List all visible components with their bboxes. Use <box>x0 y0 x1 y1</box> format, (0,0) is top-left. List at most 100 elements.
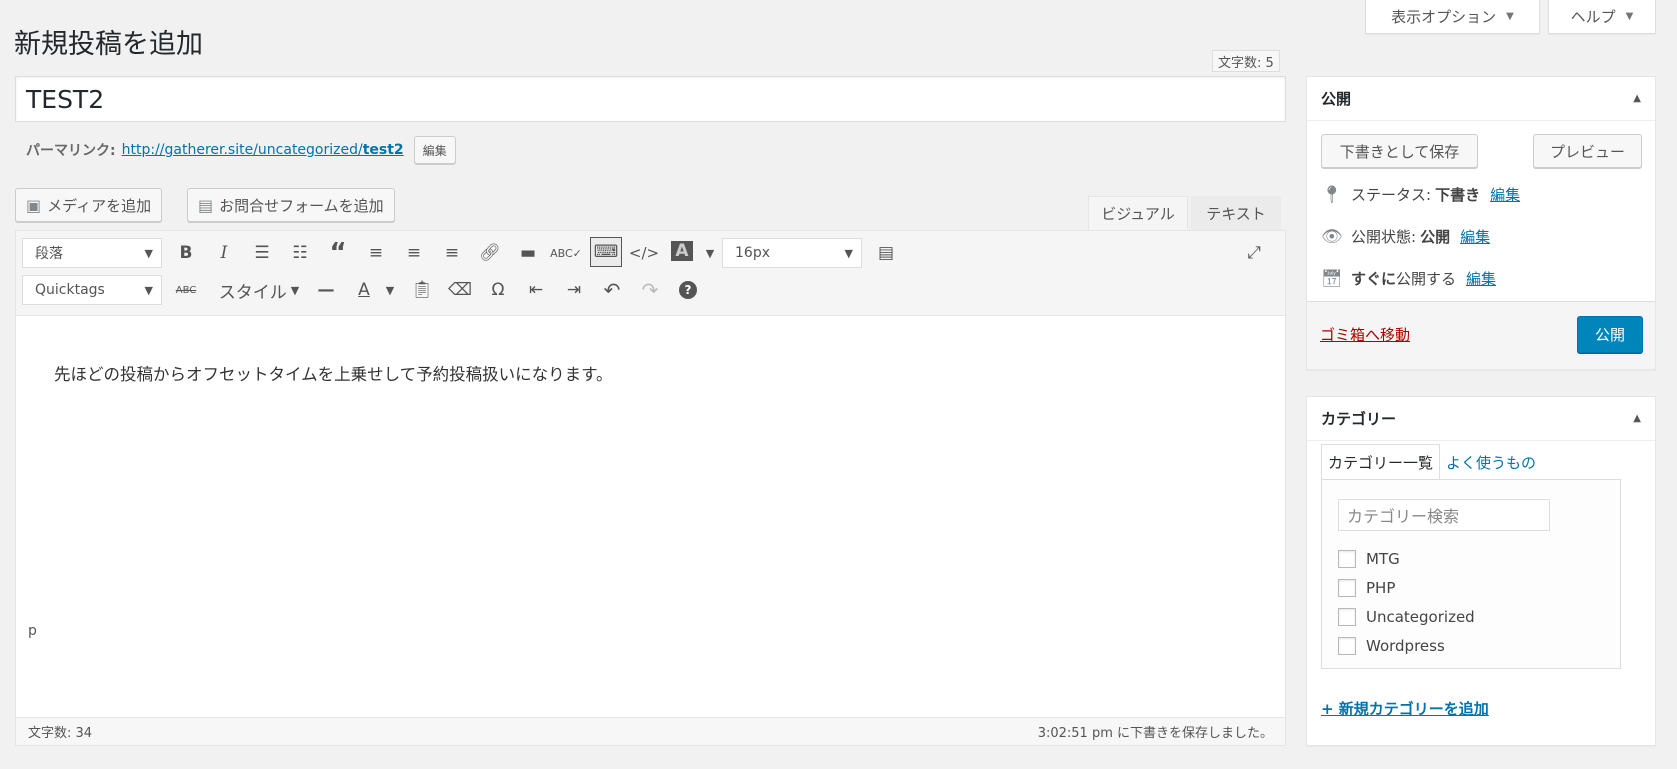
tab-text[interactable]: テキスト <box>1191 196 1281 230</box>
special-char-icon[interactable]: Ω <box>484 276 512 304</box>
collapse-icon: ▲ <box>1633 93 1641 104</box>
add-form-button[interactable]: ▤ お問合せフォームを追加 <box>187 188 395 222</box>
permalink-label: パーマリンク: <box>26 143 116 159</box>
checkbox[interactable] <box>1338 608 1356 626</box>
add-media-button[interactable]: ▣ メディアを追加 <box>15 188 163 222</box>
category-item[interactable]: PHP <box>1338 579 1395 597</box>
content-wordcount: 文字数: 34 <box>28 726 93 741</box>
chevron-down-icon[interactable]: ▼ <box>696 239 724 267</box>
text-color-icon[interactable]: A <box>350 276 378 304</box>
permalink-link[interactable]: http://gatherer.site/uncategorized/test2 <box>122 142 404 158</box>
category-label: Wordpress <box>1366 637 1445 655</box>
media-icon: ▣ <box>26 195 42 215</box>
publish-button[interactable]: 公開 <box>1577 316 1643 353</box>
calendar-icon: 📅︎ <box>1321 268 1343 289</box>
screen-options-button[interactable]: 表示オプション ▼ <box>1365 0 1540 34</box>
code-icon[interactable]: </> <box>629 239 659 267</box>
style-label: スタイル <box>218 282 287 303</box>
help-label: ヘルプ <box>1570 8 1616 26</box>
spellcheck-icon[interactable]: ABC✓ <box>550 239 582 267</box>
category-item[interactable]: Wordpress <box>1338 637 1445 655</box>
style-dropdown[interactable]: スタイル ▼ <box>214 276 304 304</box>
visibility-label: 公開状態: <box>1351 228 1417 246</box>
horizontal-line-icon[interactable]: — <box>312 276 340 304</box>
bold-icon[interactable]: B <box>172 239 200 267</box>
format-select[interactable]: 段落 ▼ <box>22 238 162 268</box>
tab-all-categories[interactable]: カテゴリー一覧 <box>1321 444 1441 480</box>
status-label: ステータス: <box>1351 186 1432 204</box>
eye-icon: 👁︎ <box>1321 226 1343 247</box>
strikethrough-icon[interactable]: ABC <box>172 276 200 304</box>
quicktags-select[interactable]: Quicktags ▼ <box>22 275 162 305</box>
status-row: 📍︎ ステータス: 下書き 編集 <box>1321 184 1520 205</box>
align-right-icon[interactable]: ≡ <box>438 239 466 267</box>
font-size-select[interactable]: 16px ▼ <box>722 238 862 268</box>
visibility-row: 👁︎ 公開状態: 公開 編集 <box>1321 226 1490 247</box>
align-left-icon[interactable]: ≡ <box>362 239 390 267</box>
schedule-label: 公開する <box>1396 270 1457 288</box>
keyboard-icon[interactable]: ⌨ <box>590 237 622 267</box>
blockquote-icon[interactable]: “ <box>324 238 352 268</box>
table-icon[interactable]: ▤ <box>872 239 900 267</box>
page-title: 新規投稿を追加 <box>14 29 203 60</box>
help-icon[interactable]: ? <box>674 276 702 304</box>
schedule-immediately: すぐに <box>1351 270 1397 288</box>
category-label: Uncategorized <box>1366 608 1475 626</box>
category-item[interactable]: MTG <box>1338 550 1400 568</box>
font-size-value: 16px <box>735 245 770 261</box>
visibility-edit-link[interactable]: 編集 <box>1460 226 1490 247</box>
fullscreen-icon[interactable]: ⤢ <box>1240 239 1268 267</box>
preview-button[interactable]: プレビュー <box>1533 134 1642 168</box>
permalink-slug: test2 <box>362 142 404 158</box>
chevron-down-icon: ▼ <box>1506 11 1514 22</box>
chevron-down-icon: ▼ <box>1625 11 1634 22</box>
bullet-list-icon[interactable]: ☰ <box>248 239 276 267</box>
editor-toolbar: 段落 ▼ B I ☰ ☷ “ ≡ ≡ ≡ 🔗︎ ▬ ABC✓ ⌨ </> A ▼ … <box>16 231 1285 316</box>
editor-status-bar: 文字数: 34 3:02:51 pm に下書きを保存しました。 <box>16 717 1285 745</box>
outdent-icon[interactable]: ⇤ <box>522 276 550 304</box>
link-icon[interactable]: 🔗︎ <box>476 239 504 267</box>
checkbox[interactable] <box>1338 637 1356 655</box>
undo-icon[interactable]: ↶ <box>598 276 626 304</box>
chevron-down-icon: ▼ <box>144 246 153 260</box>
redo-icon[interactable]: ↷ <box>636 276 664 304</box>
category-search-input[interactable]: カテゴリー検索 <box>1338 499 1550 531</box>
status-edit-link[interactable]: 編集 <box>1490 184 1520 205</box>
checkbox[interactable] <box>1338 579 1356 597</box>
tab-most-used[interactable]: よく使うもの <box>1440 444 1542 480</box>
collapse-icon: ▲ <box>1633 413 1641 424</box>
publish-box-header[interactable]: 公開 ▲ <box>1307 77 1655 121</box>
permalink-edit-button[interactable]: 編集 <box>413 136 456 164</box>
chevron-down-icon: ▼ <box>144 283 153 297</box>
category-box-header[interactable]: カテゴリー ▲ <box>1307 397 1655 441</box>
schedule-edit-link[interactable]: 編集 <box>1466 268 1496 289</box>
category-label: MTG <box>1366 550 1400 568</box>
chevron-down-icon[interactable]: ▼ <box>376 276 404 304</box>
major-publishing-actions: ゴミ箱へ移動 公開 <box>1307 301 1655 369</box>
add-new-category-link[interactable]: + 新規カテゴリーを追加 <box>1321 698 1489 719</box>
checkbox[interactable] <box>1338 550 1356 568</box>
chevron-down-icon: ▼ <box>844 246 853 260</box>
align-center-icon[interactable]: ≡ <box>400 239 428 267</box>
autosave-message: 3:02:51 pm に下書きを保存しました。 <box>1037 726 1273 741</box>
save-draft-button[interactable]: 下書きとして保存 <box>1321 134 1478 168</box>
post-editor: 段落 ▼ B I ☰ ☷ “ ≡ ≡ ≡ 🔗︎ ▬ ABC✓ ⌨ </> A ▼ … <box>15 230 1286 746</box>
chevron-down-icon: ▼ <box>290 283 300 297</box>
tab-visual[interactable]: ビジュアル <box>1088 196 1188 230</box>
pin-icon: 📍︎ <box>1321 184 1343 205</box>
read-more-icon[interactable]: ▬ <box>514 239 542 267</box>
category-box-title: カテゴリー <box>1321 410 1397 428</box>
post-title-input[interactable]: TEST2 <box>15 76 1286 122</box>
category-item[interactable]: Uncategorized <box>1338 608 1475 626</box>
editor-content[interactable]: 先ほどの投稿からオフセットタイムを上乗せして予約投稿扱いになります。 <box>54 361 613 385</box>
text-color-icon[interactable]: A <box>668 237 696 265</box>
numbered-list-icon[interactable]: ☷ <box>286 239 314 267</box>
move-to-trash-link[interactable]: ゴミ箱へ移動 <box>1320 324 1410 345</box>
italic-icon[interactable]: I <box>210 239 238 267</box>
help-button[interactable]: ヘルプ ▼ <box>1548 0 1656 34</box>
paste-text-icon[interactable]: 📋︎ <box>408 276 436 304</box>
element-path: p <box>28 623 37 639</box>
clear-format-icon[interactable]: ⌫ <box>446 276 474 304</box>
indent-icon[interactable]: ⇥ <box>560 276 588 304</box>
category-panel: カテゴリー検索 MTG PHP Uncategorized Wordpress <box>1321 479 1621 669</box>
